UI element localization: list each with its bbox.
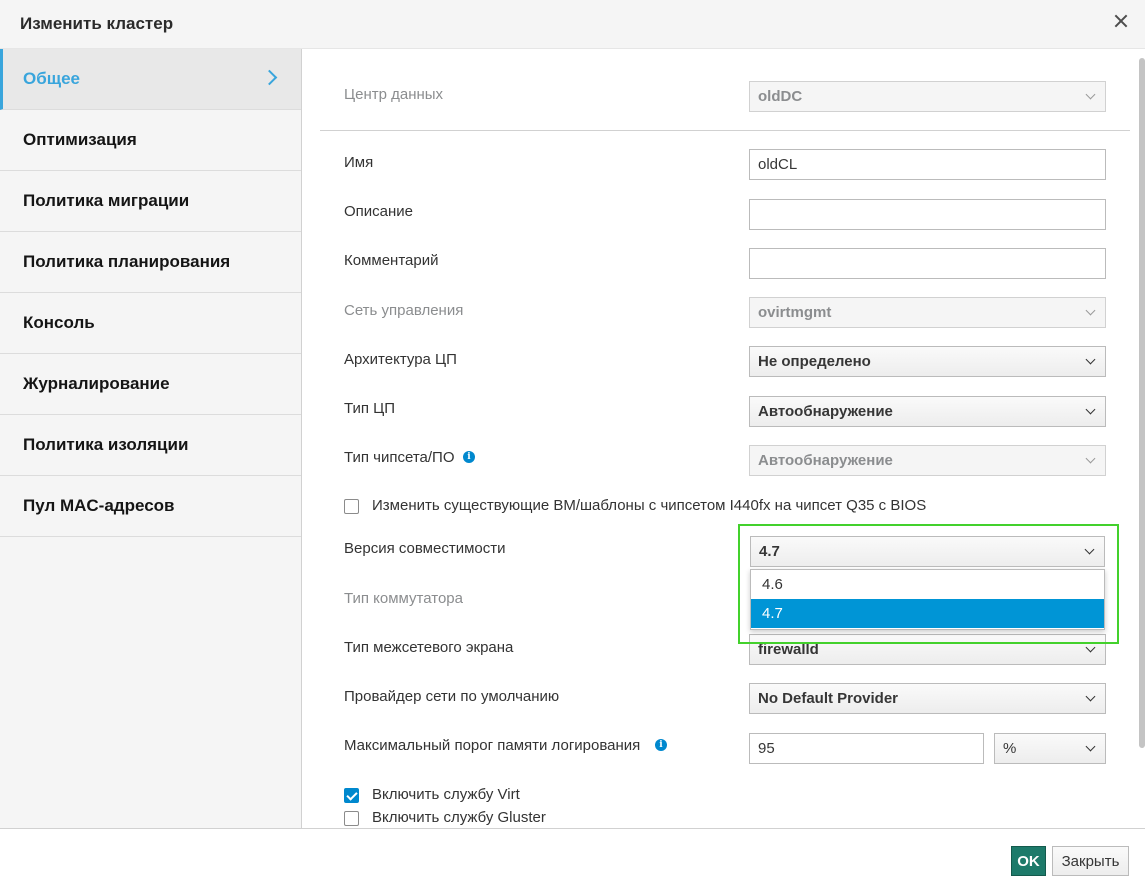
comment-input[interactable] xyxy=(749,248,1106,279)
cpu-architecture-label: Архитектура ЦП xyxy=(344,351,457,368)
sidebar-item-console[interactable]: Консоль xyxy=(0,293,301,354)
sidebar-item-optimization[interactable]: Оптимизация xyxy=(0,110,301,171)
sidebar-item-label: Общее xyxy=(23,69,80,88)
default-network-provider-select[interactable]: No Default Provider xyxy=(749,683,1106,714)
section-divider xyxy=(320,130,1130,131)
chevron-right-icon xyxy=(261,69,278,86)
management-network-value: ovirtmgmt xyxy=(758,304,832,321)
chevron-down-icon xyxy=(1085,642,1096,653)
chevron-down-icon xyxy=(1085,89,1096,100)
gluster-service-checkbox[interactable] xyxy=(344,811,359,826)
change-chipset-label: Изменить существующие ВМ/шаблоны с чипсе… xyxy=(372,497,927,514)
scrollbar[interactable] xyxy=(1139,58,1145,748)
info-icon[interactable]: i xyxy=(655,739,667,751)
gluster-service-label: Включить службу Gluster xyxy=(372,809,546,826)
ok-button[interactable]: OK xyxy=(1011,846,1046,876)
chevron-down-icon xyxy=(1085,453,1096,464)
cpu-type-label: Тип ЦП xyxy=(344,400,396,417)
sidebar-item-general[interactable]: Общее xyxy=(0,49,301,110)
sidebar-item-label: Политика планирования xyxy=(23,252,231,271)
management-network-select: ovirtmgmt xyxy=(749,297,1106,328)
sidebar-item-fencing-policy[interactable]: Политика изоляции xyxy=(0,415,301,476)
firewall-type-label: Тип межсетевого экрана xyxy=(344,639,514,656)
chevron-down-icon xyxy=(1085,691,1096,702)
cpu-architecture-value: Не определено xyxy=(758,353,871,370)
sidebar-item-label: Политика миграции xyxy=(23,191,190,210)
chevron-down-icon xyxy=(1085,305,1096,316)
description-label: Описание xyxy=(344,203,414,220)
sidebar-item-label: Политика изоляции xyxy=(23,435,189,454)
name-input[interactable]: oldCL xyxy=(749,149,1106,180)
cpu-architecture-select[interactable]: Не определено xyxy=(749,346,1106,377)
change-chipset-checkbox[interactable] xyxy=(344,499,359,514)
close-button[interactable]: Закрыть xyxy=(1052,846,1129,876)
chipset-select: Автообнаружение xyxy=(749,445,1106,476)
data-center-value: oldDC xyxy=(758,88,803,105)
chevron-down-icon xyxy=(1085,404,1096,415)
data-center-label: Центр данных xyxy=(344,86,444,103)
sidebar: Общее Оптимизация Политика миграции Поли… xyxy=(0,49,302,828)
data-center-select: oldDC xyxy=(749,81,1106,112)
log-max-memory-unit-select[interactable]: % xyxy=(994,733,1106,764)
virt-service-checkbox[interactable] xyxy=(344,788,359,803)
info-icon[interactable]: i xyxy=(463,451,475,463)
switch-type-label: Тип коммутатора xyxy=(344,590,463,607)
dialog-title: Изменить кластер xyxy=(20,14,174,33)
sidebar-item-label: Пул MAC-адресов xyxy=(23,496,175,515)
name-value: oldCL xyxy=(758,156,798,173)
compat-version-label: Версия совместимости xyxy=(344,540,506,557)
sidebar-item-migration-policy[interactable]: Политика миграции xyxy=(0,171,301,232)
name-label: Имя xyxy=(344,154,374,171)
chevron-down-icon xyxy=(1085,741,1096,752)
comment-label: Комментарий xyxy=(344,252,439,269)
sidebar-item-logging[interactable]: Журналирование xyxy=(0,354,301,415)
chipset-label: Тип чипсета/ПО xyxy=(344,449,455,466)
highlight-box xyxy=(738,524,1119,644)
default-network-provider-label: Провайдер сети по умолчанию xyxy=(344,688,560,705)
default-network-provider-value: No Default Provider xyxy=(758,690,899,707)
sidebar-item-label: Журналирование xyxy=(23,374,170,393)
sidebar-item-scheduling-policy[interactable]: Политика планирования xyxy=(0,232,301,293)
dialog-footer xyxy=(0,828,1145,895)
virt-service-label: Включить службу Virt xyxy=(372,786,520,803)
chipset-value: Автообнаружение xyxy=(758,452,893,469)
management-network-label: Сеть управления xyxy=(344,302,464,319)
log-max-memory-input[interactable]: 95 xyxy=(749,733,984,764)
sidebar-item-mac-pool[interactable]: Пул MAC-адресов xyxy=(0,476,301,537)
log-max-memory-unit: % xyxy=(1003,740,1017,757)
chevron-down-icon xyxy=(1085,354,1096,365)
cpu-type-select[interactable]: Автообнаружение xyxy=(749,396,1106,427)
sidebar-item-label: Оптимизация xyxy=(23,130,137,149)
log-max-memory-label: Максимальный порог памяти логирования xyxy=(344,737,641,754)
description-input[interactable] xyxy=(749,199,1106,230)
sidebar-item-label: Консоль xyxy=(23,313,95,332)
close-icon[interactable] xyxy=(1112,12,1130,30)
log-max-memory-value: 95 xyxy=(758,740,775,757)
cpu-type-value: Автообнаружение xyxy=(758,403,893,420)
dialog-header: Изменить кластер xyxy=(0,0,1145,49)
